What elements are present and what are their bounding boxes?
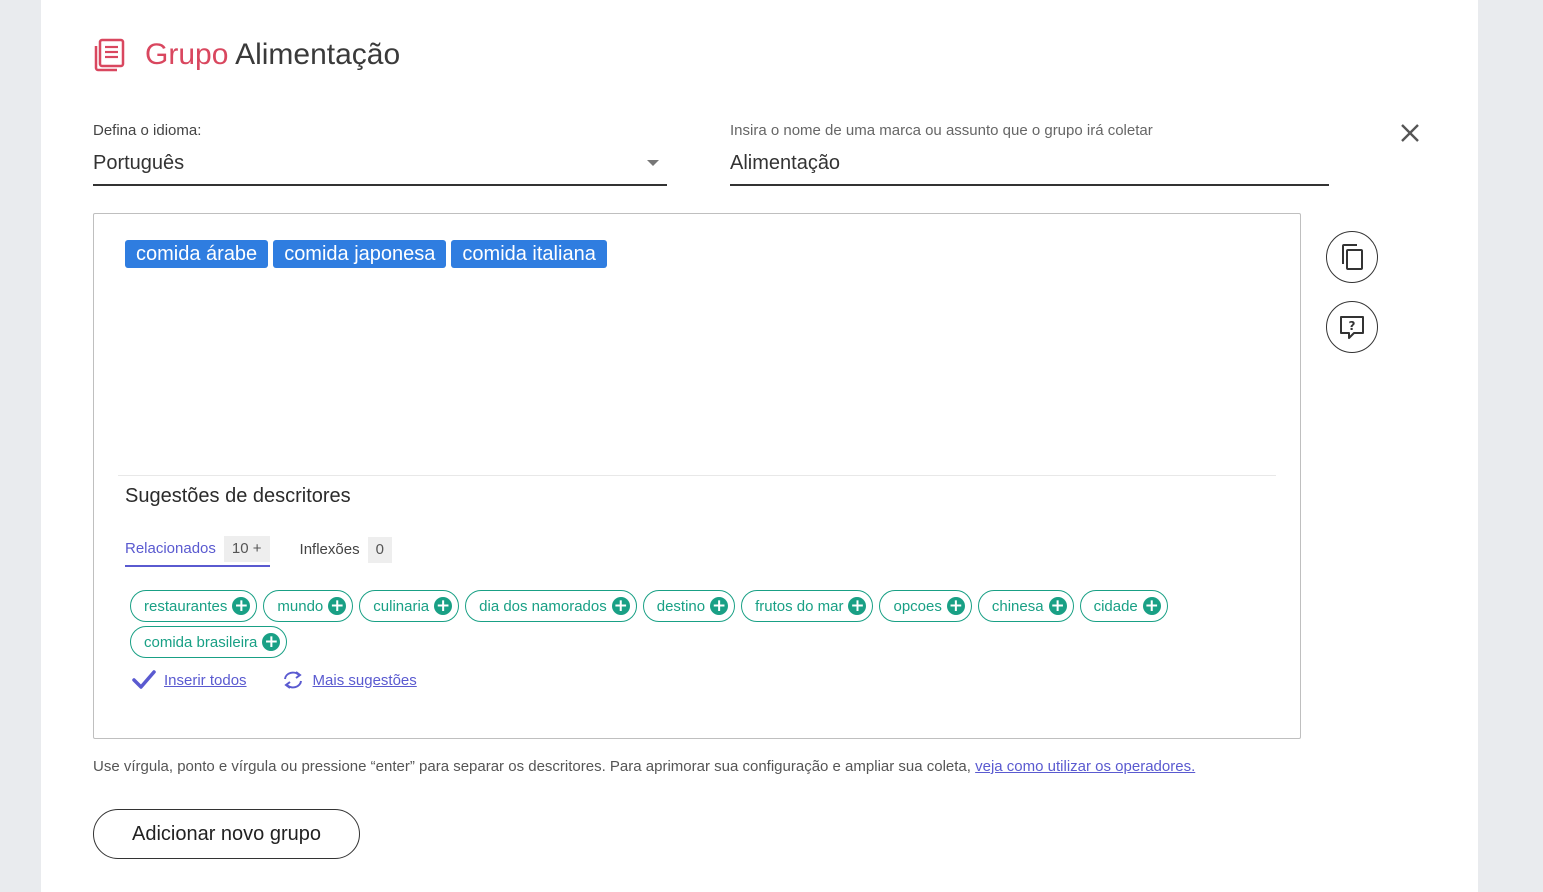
insert-all-label: Inserir todos: [164, 671, 247, 689]
plus-icon[interactable]: +: [434, 597, 453, 615]
tab-related[interactable]: Relacionados 10 +: [125, 532, 270, 567]
subject-input[interactable]: Alimentação: [730, 150, 1329, 186]
language-value[interactable]: Português: [93, 150, 667, 186]
divider: [118, 475, 1276, 476]
hint-text-body: Use vírgula, ponto e vírgula ou pression…: [93, 758, 971, 775]
suggestion-tabs: Relacionados 10 + Inflexões 0: [125, 532, 422, 567]
tab-inflections[interactable]: Inflexões 0: [300, 532, 392, 567]
group-panel: Grupo Alimentação Defina o idioma: Portu…: [41, 0, 1478, 892]
suggestion-list: restaurantes + mundo + culinaria + dia dos …: [130, 590, 1250, 658]
suggestion-label: cidade: [1093, 597, 1138, 615]
plus-icon[interactable]: +: [710, 597, 729, 615]
tab-inflections-label: Inflexões: [299, 541, 360, 558]
svg-text:?: ?: [1349, 319, 1356, 333]
suggestion-pill[interactable]: mundo +: [263, 590, 354, 622]
group-header: Grupo Alimentação: [93, 36, 400, 74]
help-button[interactable]: ?: [1326, 301, 1378, 353]
more-suggestions-button[interactable]: Mais sugestões: [281, 670, 417, 690]
descriptor-chip[interactable]: comida árabe: [125, 240, 269, 268]
tab-related-count: 10 +: [223, 535, 270, 562]
descriptor-editor[interactable]: comida árabe comida japonesa comida ital…: [93, 213, 1301, 739]
refresh-icon: [283, 671, 302, 689]
language-select[interactable]: Defina o idioma: Português: [93, 122, 667, 186]
descriptor-chip[interactable]: comida japonesa: [273, 240, 447, 268]
plus-icon[interactable]: +: [1142, 597, 1161, 615]
suggestion-pill[interactable]: destino +: [642, 590, 736, 622]
suggestion-pill[interactable]: culinaria +: [359, 590, 460, 622]
suggestion-label: restaurantes: [144, 597, 228, 615]
plus-icon[interactable]: +: [611, 597, 630, 615]
help-chat-icon: ?: [1340, 316, 1364, 339]
tab-related-label: Relacionados: [125, 540, 216, 557]
suggestion-label: culinaria: [373, 597, 430, 615]
copy-icon: [1342, 244, 1363, 270]
add-group-button[interactable]: Adicionar novo grupo: [93, 809, 360, 859]
plus-icon[interactable]: +: [232, 597, 251, 615]
more-suggestions-label: Mais sugestões: [312, 671, 417, 689]
plus-icon[interactable]: +: [848, 597, 867, 615]
suggestion-label: opcoes: [893, 597, 942, 615]
page-title: Grupo Alimentação: [145, 36, 400, 74]
suggestion-label: frutos do mar: [755, 597, 844, 615]
tab-inflections-count: 0: [367, 536, 392, 563]
check-icon: [132, 670, 156, 689]
subject-field[interactable]: Insira o nome de uma marca ou assunto qu…: [730, 122, 1329, 186]
suggestion-label: destino: [656, 597, 706, 615]
copy-button[interactable]: [1326, 231, 1378, 283]
suggestion-label: mundo: [277, 597, 324, 615]
hint-text: Use vírgula, ponto e vírgula ou pression…: [93, 758, 1195, 775]
suggestion-label: dia dos namorados: [479, 597, 607, 615]
operators-link[interactable]: veja como utilizar os operadores.: [975, 758, 1195, 775]
plus-icon[interactable]: +: [946, 597, 965, 615]
suggestion-pill[interactable]: opcoes +: [879, 590, 972, 622]
chevron-down-icon[interactable]: [647, 160, 659, 166]
language-label: Defina o idioma:: [93, 122, 202, 139]
suggestion-label: chinesa: [991, 597, 1044, 615]
descriptor-chips: comida árabe comida japonesa comida ital…: [125, 240, 607, 268]
plus-icon[interactable]: +: [262, 633, 281, 651]
suggestion-pill[interactable]: comida brasileira +: [130, 626, 288, 658]
plus-icon[interactable]: +: [1048, 597, 1067, 615]
suggestion-pill[interactable]: restaurantes +: [130, 590, 258, 622]
suggestion-actions: Inserir todos Mais sugestões: [132, 670, 451, 690]
subject-label: Insira o nome de uma marca ou assunto qu…: [730, 122, 1153, 139]
suggestion-pill[interactable]: chinesa +: [977, 590, 1074, 622]
plus-icon[interactable]: +: [328, 597, 347, 615]
descriptor-chip[interactable]: comida italiana: [451, 240, 607, 268]
language-selected: Português: [93, 152, 185, 174]
title-group-name: Alimentação: [235, 38, 401, 71]
title-prefix: Grupo: [145, 38, 229, 71]
insert-all-button[interactable]: Inserir todos: [132, 670, 247, 690]
suggestion-label: comida brasileira: [144, 633, 258, 651]
newspaper-icon: [94, 38, 125, 72]
suggestion-pill[interactable]: cidade +: [1079, 590, 1168, 622]
suggestions-title: Sugestões de descritores: [125, 485, 351, 507]
close-icon[interactable]: [1395, 118, 1425, 148]
suggestion-pill[interactable]: frutos do mar +: [741, 590, 874, 622]
suggestion-pill[interactable]: dia dos namorados +: [465, 590, 637, 622]
